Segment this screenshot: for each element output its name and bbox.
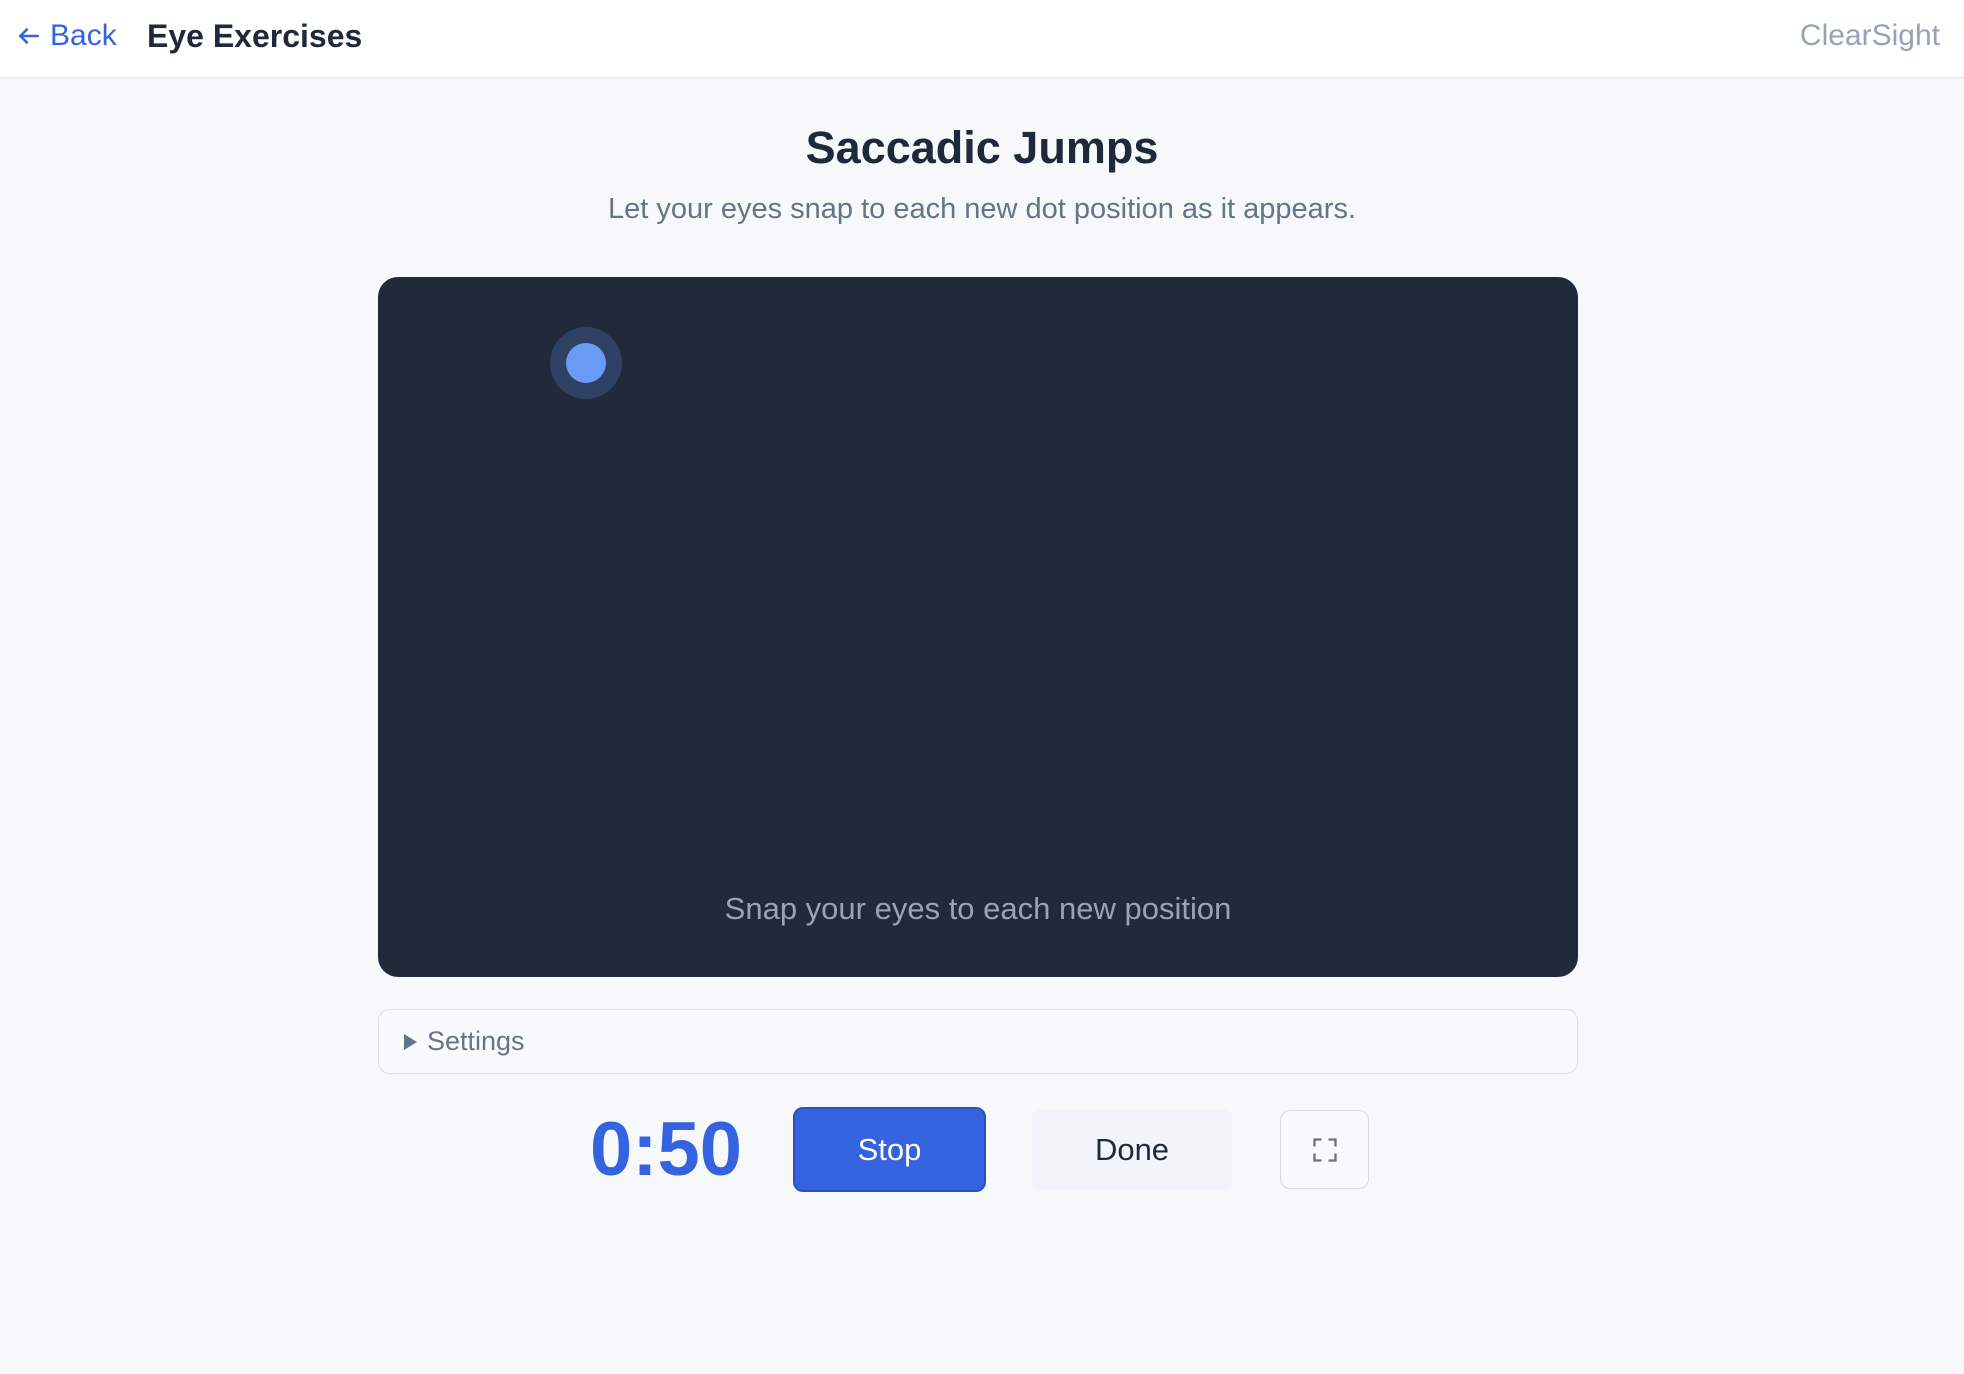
triangle-right-icon: [404, 1033, 417, 1050]
timer: 0:50: [589, 1107, 743, 1192]
settings-label: Settings: [427, 1026, 525, 1056]
top-bar: Back Eye Exercises ClearSight: [0, 0, 1964, 78]
exercise-stage: Snap your eyes to each new position: [378, 277, 1578, 977]
back-link[interactable]: Back: [16, 16, 117, 56]
stage-hint: Snap your eyes to each new position: [724, 891, 1232, 926]
app-title: Eye Exercises: [147, 18, 363, 54]
brand-name: ClearSight: [1799, 19, 1940, 52]
stop-button[interactable]: Stop: [793, 1107, 986, 1192]
done-button[interactable]: Done: [1032, 1109, 1232, 1191]
fullscreen-icon: [1312, 1137, 1337, 1162]
back-label[interactable]: Back: [50, 19, 117, 53]
fullscreen-button[interactable]: [1280, 1110, 1369, 1189]
arrow-left-icon: [19, 28, 39, 44]
exercise-subtitle: Let your eyes snap to each new dot posit…: [607, 193, 1357, 225]
exercise-title: Saccadic Jumps: [805, 122, 1159, 173]
settings-toggle[interactable]: Settings: [378, 1009, 1578, 1074]
target-dot: [566, 343, 606, 383]
